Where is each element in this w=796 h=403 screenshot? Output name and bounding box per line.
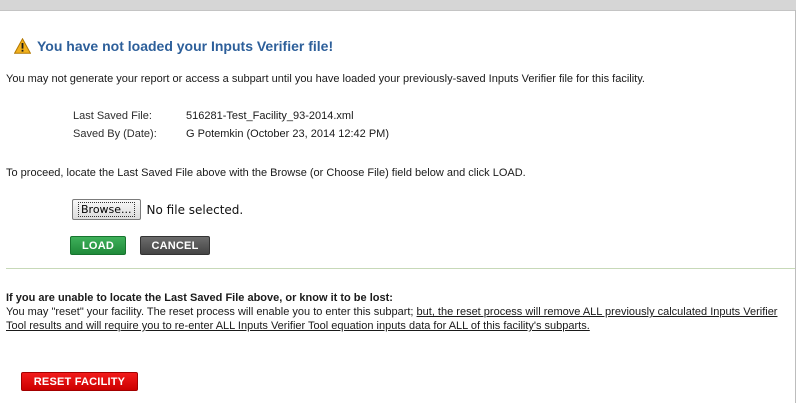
- last-saved-value: 516281-Test_Facility_93-2014.xml: [186, 110, 354, 122]
- last-saved-label: Last Saved File:: [73, 110, 152, 122]
- proceed-text: To proceed, locate the Last Saved File a…: [6, 167, 526, 179]
- warning-icon: [14, 38, 31, 54]
- top-bar: [0, 0, 796, 11]
- file-status: No file selected.: [146, 202, 244, 217]
- reset-facility-button[interactable]: RESET FACILITY: [21, 372, 138, 391]
- cancel-button[interactable]: CANCEL: [140, 236, 210, 255]
- browse-button[interactable]: Browse...: [72, 199, 141, 220]
- reset-description: You may "reset" your facility. The reset…: [6, 305, 790, 333]
- intro-text: You may not generate your report or acce…: [6, 73, 645, 85]
- warning-title: You have not loaded your Inputs Verifier…: [37, 38, 334, 54]
- browse-button-label: Browse...: [78, 202, 135, 217]
- saved-by-label: Saved By (Date):: [73, 128, 157, 140]
- saved-by-value: G Potemkin (October 23, 2014 12:42 PM): [186, 128, 389, 140]
- file-input[interactable]: Browse... No file selected.: [72, 199, 243, 220]
- reset-heading: If you are unable to locate the Last Sav…: [6, 292, 393, 304]
- section-divider: [6, 268, 795, 269]
- load-button[interactable]: LOAD: [70, 236, 126, 255]
- reset-description-plain: You may "reset" your facility. The reset…: [6, 306, 417, 318]
- warning-header: You have not loaded your Inputs Verifier…: [14, 37, 333, 55]
